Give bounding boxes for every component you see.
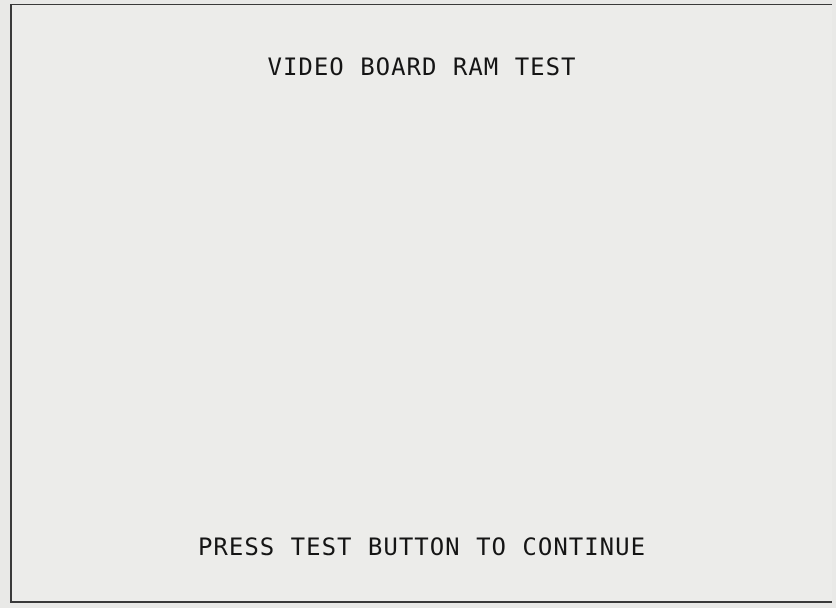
continue-prompt: PRESS TEST BUTTON TO CONTINUE — [197, 533, 647, 561]
test-screen: VIDEO BOARD RAM TEST PRESS TEST BUTTON T… — [10, 4, 832, 603]
screen-title: VIDEO BOARD RAM TEST — [267, 53, 577, 81]
